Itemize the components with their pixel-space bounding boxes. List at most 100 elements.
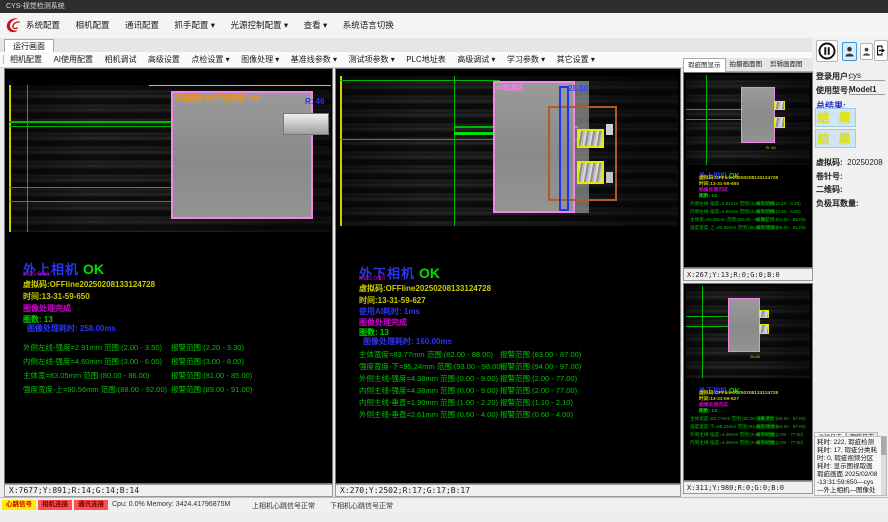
overlay-green-vline [27, 85, 28, 232]
exit-button[interactable] [874, 40, 888, 61]
measure-row: 内侧左线-强度=4.60mm 范围:(3.00 - 6.00) 报警范围:(3.0… [23, 356, 329, 367]
camera-image-upper[interactable]: 好品阈值:93, 坏品阈值:100 R: 46 [9, 85, 331, 232]
alarm-range: 报警范围:(81.00 - 85.00) [171, 370, 252, 381]
tool-other-settings[interactable]: 其它设置 ▾ [557, 52, 595, 67]
threshold-overlay-text: 好品阈值:93, 坏品阈值:100 [175, 93, 259, 103]
alarm-range: 报警范围:(83.00 - 87.00) [500, 349, 581, 360]
overlay-yellow-vline [9, 85, 11, 232]
mini-measure-row: 强度宽度-下=95.24mm 范围:(93.00 - 98.00)报警范围:(9… [690, 424, 810, 430]
alarm-range: 报警范围:(2.20 - 3.30) [756, 201, 801, 207]
pause-icon [818, 42, 836, 60]
menu-comm-config[interactable]: 通讯配置 [125, 13, 159, 38]
mini-measure-row: 主体宽=83.05mm 范围:(80.00 - 86.00)报警范围:(81.0… [690, 217, 810, 223]
process-time-line: 图像处理耗时: 160.00ms [363, 336, 452, 347]
operator-button[interactable] [860, 43, 873, 60]
measure-value: 外侧左线-强度=2.91mm 范围:(2.00 - 3.50) [23, 343, 162, 352]
mini-measure-row: 内侧左线-强度=4.60mm 范围:(3.00 - 6.00)报警范围:(3.0… [690, 209, 810, 215]
tab-capture-view[interactable]: 拍摄画面图 [726, 58, 767, 71]
menu-language-switch[interactable]: 系统语言切换 [343, 13, 394, 38]
toolbar-grip[interactable] [3, 55, 7, 64]
log-scrollbar[interactable] [881, 437, 886, 495]
heartbeat-badge: 心跳信号 [2, 500, 36, 510]
field-negative-tab-count: 负极耳数量: [816, 193, 859, 211]
tool-ai-use-config[interactable]: AI使用配置 [53, 52, 93, 67]
overlay-yellow-hline [149, 85, 331, 86]
measure-row: 主体宽度=83.77mm 范围:(82.00 - 88.00) 报警范围:(83.… [359, 349, 677, 360]
tab-defect-view[interactable]: 瑕疵图显示 [683, 58, 726, 72]
overlay-green-vline [706, 75, 707, 165]
menu-light-config[interactable]: 光源控制配置 ▾ [231, 13, 289, 38]
mini-tab-roi [774, 101, 785, 110]
tool-image-processing[interactable]: 图像处理 ▾ [241, 52, 279, 67]
measure-row: 外侧主线-垂直=2.61mm 范围:(0.60 - 4.00)报警范围:(0.6… [359, 409, 677, 420]
alarm-range: 报警范围:(2.00 - 77.00) [756, 440, 803, 446]
app-logo-icon [4, 16, 23, 35]
alarm-range: 报警范围:(1.10 - 2.10) [500, 397, 573, 408]
tool-learning-params[interactable]: 学习参数 ▾ [507, 52, 545, 67]
process-time-line: 图像处理耗时: 258.00ms [27, 323, 116, 334]
tool-spot-check[interactable]: 点检设置 ▾ [191, 52, 229, 67]
alarm-range: 报警范围:(3.00 - 8.00) [756, 209, 801, 215]
time-line: 时间:13-31-59-650 [23, 291, 90, 302]
log-text-box[interactable]: 耗时: 222, 瑕疵检测耗时: 17, 瑕疵分类耗时: 0, 瑕疵视频分区耗时… [814, 436, 887, 496]
result-box-upper: 结 果 [815, 108, 856, 127]
tab-roi-1 [577, 129, 604, 148]
login-user-button[interactable] [842, 42, 857, 61]
comm-link-badge: 通讯连接 [74, 500, 108, 510]
overlay-green-hline [9, 201, 171, 202]
alarm-range: 报警范围:(3.00 - 8.00) [171, 356, 244, 367]
measure-overlay-value: 28.80 [568, 84, 588, 93]
measure-value: 内侧左线-强度=4.60mm 范围:(3.00 - 6.00) [23, 357, 162, 366]
overlay-green-hline [686, 326, 730, 327]
exit-door-icon [875, 43, 887, 58]
overlay-green-vline [454, 76, 455, 226]
tool-test-item-params[interactable]: 测试项参数 ▾ [348, 52, 394, 67]
mini-image-upper[interactable]: R: 46 [686, 75, 810, 165]
page-tab-row: 运行画面 [0, 38, 812, 53]
tool-advanced-debug[interactable]: 高级调试 ▾ [457, 52, 495, 67]
cpu-memory-text: Cpu: 0.0% Memory: 3424.41796875M [112, 501, 230, 508]
measure-row: 强度宽度-上=90.56mm 范围:(88.00 - 92.00)报警范围:(8… [23, 384, 329, 395]
tool-baseline-params[interactable]: 基准线参数 ▾ [291, 52, 337, 67]
field-label: 负极耳数量: [816, 199, 859, 208]
alarm-range: 报警范围:(2.00 - 77.00) [500, 385, 577, 396]
tool-camera-config[interactable]: 相机配置 [10, 52, 42, 67]
measure-value: 主体宽度=83.77mm 范围:(82.00 - 88.00) [359, 350, 493, 359]
mini-image-lower[interactable]: 28.80 [686, 286, 810, 378]
tool-advanced-settings[interactable]: 高级设置 [148, 52, 180, 67]
menu-system-config[interactable]: 系统配置 [26, 13, 60, 38]
overlay-yellow-vline [340, 76, 342, 226]
menu-gripper-config[interactable]: 抓手配置 ▾ [174, 13, 215, 38]
menu-bar: 系统配置 相机配置 通讯配置 抓手配置 ▾ 光源控制配置 ▾ 查看 ▾ 系统语言… [0, 13, 888, 39]
menu-camera-config[interactable]: 相机配置 [75, 13, 109, 38]
window-titlebar[interactable]: CYS-视觉检测系统 [0, 0, 888, 13]
measure-value: 外侧主线-垂直=2.61mm 范围:(0.60 - 4.00) [359, 410, 498, 419]
camera-image-lower[interactable]: AI检测区 28.80 [340, 76, 678, 226]
alarm-range: 报警范围:(83.00 - 87.00) [756, 416, 806, 422]
process-done-line: 图像处理完成 [23, 303, 71, 314]
menu-view[interactable]: 查看 ▾ [304, 13, 328, 38]
mini-coord-status-upper: X:267;Y:13;R:0;G:0;B:0 [683, 268, 813, 281]
mini-coord-status-lower: X:311;Y:980;R:0;G:0;B:0 [683, 481, 813, 494]
alarm-range: 报警范围:(94.00 - 97.00) [756, 424, 806, 430]
overlay-green-hline [340, 80, 500, 81]
coord-status-lower: X:270;Y:2502;R:17;G:17;B:17 [335, 484, 681, 497]
overlay-green-hline [9, 121, 171, 123]
upper-camera-heartbeat-text: 上相机心跳信号正常 [252, 501, 315, 511]
field-value: 20250208 [847, 158, 883, 167]
alarm-range: 报警范围:(2.20 - 3.30) [171, 342, 244, 353]
tool-plc-address[interactable]: PLC地址表 [406, 52, 446, 67]
tab-clip-view[interactable]: 剪辑画面图 [766, 58, 807, 71]
tool-camera-debug[interactable]: 相机调试 [104, 52, 136, 67]
status-bar: 心跳信号 相机连接 通讯连接 Cpu: 0.0% Memory: 3424.41… [0, 497, 888, 512]
pause-button[interactable] [816, 40, 838, 62]
mes-status: MES:0/10 [23, 272, 49, 278]
control-panel: 登录用户: cys 使用型号: Model1 总结果: 结 果 结 果 虚拟码:… [813, 38, 888, 497]
result-block-upper: 外上相机OK MES:0/10 虚拟码:OFFline2025020813312… [23, 259, 329, 479]
overlay-green-vline [702, 286, 703, 378]
tab-run-screen[interactable]: 运行画面 [4, 39, 54, 53]
mini-measure-row: 强度宽度-上=90.56mm 范围:(88.00 - 92.00)报警范围:(8… [690, 225, 810, 231]
login-user-value: cys [849, 71, 885, 81]
mini-tab-roi [759, 310, 769, 318]
log-scrollbar-thumb[interactable] [881, 437, 886, 455]
